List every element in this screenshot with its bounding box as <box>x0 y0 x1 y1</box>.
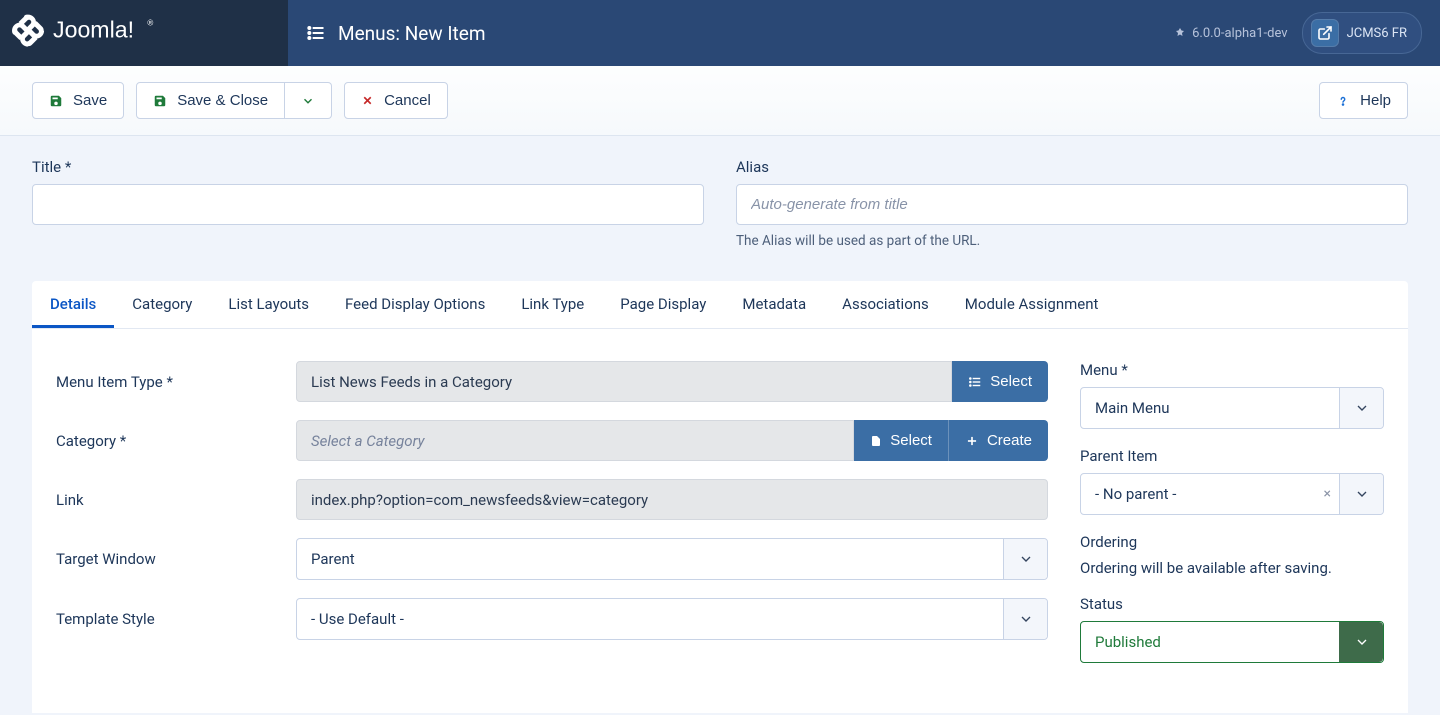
group-menu: Menu * Main Menu <box>1080 361 1384 429</box>
category-select-button[interactable]: Select <box>854 420 948 461</box>
chevron-down-icon <box>1339 388 1383 428</box>
category-display: Select a Category <box>296 420 854 461</box>
alias-hint: The Alias will be used as part of the UR… <box>736 233 1408 249</box>
target-window-value: Parent <box>297 550 1003 568</box>
brand-logo-area: Joomla! ® <box>0 0 288 66</box>
row-menu-item-type: Menu Item Type * List News Feeds in a Ca… <box>56 361 1048 402</box>
menu-select[interactable]: Main Menu <box>1080 387 1384 429</box>
tab-row: Details Category List Layouts Feed Displ… <box>32 281 1408 329</box>
cancel-button[interactable]: Cancel <box>344 82 448 119</box>
template-style-select[interactable]: - Use Default - <box>296 598 1048 640</box>
tab-metadata[interactable]: Metadata <box>724 281 824 328</box>
save-close-label: Save & Close <box>177 93 268 108</box>
menu-item-type-select-button[interactable]: Select <box>952 361 1048 402</box>
status-select[interactable]: Published <box>1080 621 1384 663</box>
menu-value: Main Menu <box>1081 399 1339 417</box>
template-style-value: - Use Default - <box>297 610 1003 628</box>
site-chip[interactable]: JCMS6 FR <box>1302 12 1422 54</box>
file-icon <box>870 434 882 448</box>
label-menu: Menu * <box>1080 361 1384 379</box>
menu-item-type-display: List News Feeds in a Category <box>296 361 952 402</box>
label-target-window: Target Window <box>56 550 296 568</box>
tab-details[interactable]: Details <box>32 281 114 328</box>
save-close-button[interactable]: Save & Close <box>136 82 285 119</box>
chevron-down-icon <box>1003 599 1047 639</box>
list-icon <box>306 23 326 43</box>
top-fields: Title * Alias The Alias will be used as … <box>0 136 1440 281</box>
select-label: Select <box>890 432 932 449</box>
label-parent: Parent Item <box>1080 447 1384 465</box>
save-label: Save <box>73 93 107 108</box>
row-template-style: Template Style - Use Default - <box>56 598 1048 640</box>
create-label: Create <box>987 432 1032 449</box>
titlebar: Menus: New Item 6.0.0-alpha1-dev JCMS6 F… <box>288 0 1440 66</box>
toolbar: Save Save & Close Cancel Help <box>0 66 1440 136</box>
group-ordering: Ordering Ordering will be available afte… <box>1080 533 1384 577</box>
parent-select[interactable]: - No parent - × <box>1080 473 1384 515</box>
save-dropdown-toggle[interactable] <box>285 82 332 119</box>
help-button[interactable]: Help <box>1319 82 1408 119</box>
target-window-select[interactable]: Parent <box>296 538 1048 580</box>
version-label: 6.0.0-alpha1-dev <box>1192 26 1287 41</box>
group-status: Status Published <box>1080 595 1384 663</box>
label-category: Category * <box>56 432 296 450</box>
svg-text:Joomla!: Joomla! <box>53 17 134 43</box>
site-chip-label: JCMS6 FR <box>1347 26 1407 41</box>
form-left: Menu Item Type * List News Feeds in a Ca… <box>56 361 1048 681</box>
label-status: Status <box>1080 595 1384 613</box>
select-label: Select <box>990 373 1032 390</box>
group-parent: Parent Item - No parent - × <box>1080 447 1384 515</box>
page-title: Menus: New Item <box>338 22 486 45</box>
chevron-down-icon <box>1339 622 1383 662</box>
label-link: Link <box>56 491 296 509</box>
link-display: index.php?option=com_newsfeeds&view=cate… <box>296 479 1048 520</box>
row-target-window: Target Window Parent <box>56 538 1048 580</box>
clear-icon[interactable]: × <box>1324 486 1339 502</box>
joomla-logo-icon: Joomla! ® <box>12 11 208 54</box>
tab-panel: Details Category List Layouts Feed Displ… <box>32 281 1408 713</box>
cancel-label: Cancel <box>384 93 431 108</box>
save-icon <box>153 94 167 108</box>
question-icon <box>1336 94 1350 108</box>
alias-input[interactable] <box>736 184 1408 225</box>
topbar: Joomla! ® Menus: New Item 6.0.0-alpha1-d… <box>0 0 1440 66</box>
tab-link-type[interactable]: Link Type <box>503 281 602 328</box>
status-value: Published <box>1081 633 1339 651</box>
save-icon <box>49 94 63 108</box>
title-label: Title * <box>32 158 704 176</box>
chevron-down-icon <box>1339 474 1383 514</box>
chevron-down-icon <box>1003 539 1047 579</box>
tab-page-display[interactable]: Page Display <box>602 281 724 328</box>
row-category: Category * Select a Category Select Crea… <box>56 420 1048 461</box>
tab-module-assignment[interactable]: Module Assignment <box>947 281 1117 328</box>
save-close-group: Save & Close <box>136 82 332 119</box>
tab-list-layouts[interactable]: List Layouts <box>210 281 327 328</box>
external-link-icon <box>1311 19 1339 47</box>
alias-field-wrap: Alias The Alias will be used as part of … <box>736 158 1408 249</box>
tab-associations[interactable]: Associations <box>824 281 947 328</box>
close-icon <box>361 94 374 107</box>
save-button[interactable]: Save <box>32 82 124 119</box>
ordering-note: Ordering will be available after saving. <box>1080 559 1384 577</box>
tab-category[interactable]: Category <box>114 281 210 328</box>
version-text: 6.0.0-alpha1-dev <box>1174 26 1287 41</box>
alias-label: Alias <box>736 158 1408 176</box>
plus-icon <box>965 434 979 448</box>
form-right: Menu * Main Menu Parent Item - No parent… <box>1080 361 1384 681</box>
list-icon <box>968 375 982 389</box>
title-field-wrap: Title * <box>32 158 704 249</box>
svg-text:®: ® <box>147 19 153 28</box>
parent-value: - No parent - <box>1081 485 1324 503</box>
label-template-style: Template Style <box>56 610 296 628</box>
label-ordering: Ordering <box>1080 533 1384 551</box>
label-menu-item-type: Menu Item Type * <box>56 373 296 391</box>
chevron-down-icon <box>301 94 315 108</box>
title-input[interactable] <box>32 184 704 225</box>
help-label: Help <box>1360 93 1391 108</box>
tab-feed-display-options[interactable]: Feed Display Options <box>327 281 503 328</box>
form-area: Menu Item Type * List News Feeds in a Ca… <box>32 329 1408 713</box>
category-create-button[interactable]: Create <box>948 420 1048 461</box>
row-link: Link index.php?option=com_newsfeeds&view… <box>56 479 1048 520</box>
